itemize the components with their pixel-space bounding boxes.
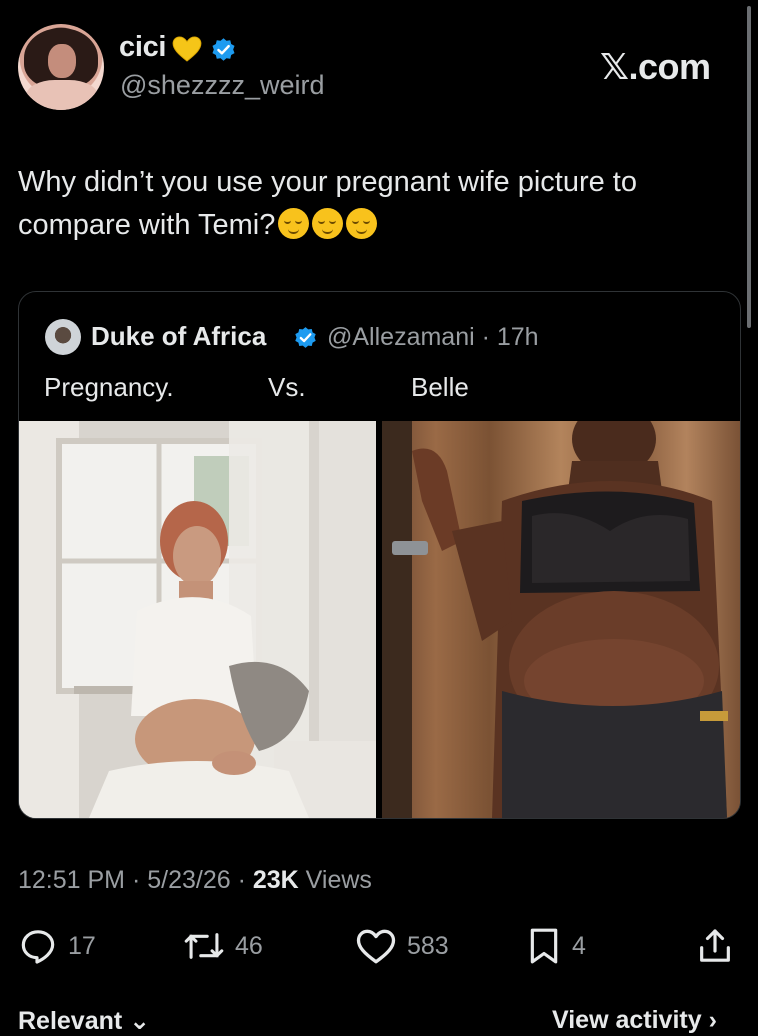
like-count: 583 bbox=[407, 931, 449, 960]
heart-icon bbox=[356, 929, 396, 964]
quoted-author-avatar[interactable] bbox=[45, 319, 81, 355]
reply-count: 17 bbox=[68, 931, 96, 960]
tweet-text: Why didn’t you use your pregnant wife pi… bbox=[18, 161, 743, 247]
reply-button[interactable]: 17 bbox=[18, 926, 96, 966]
quoted-author-name[interactable]: Duke of Africa bbox=[91, 321, 266, 352]
quoted-text-vs: Vs. bbox=[268, 372, 306, 402]
view-activity-link[interactable]: View activity › bbox=[552, 1006, 717, 1035]
verified-badge-icon bbox=[212, 38, 235, 61]
replies-sort-label: Relevant bbox=[18, 1007, 123, 1035]
bookmark-icon bbox=[530, 928, 558, 964]
author-display-name[interactable]: cici bbox=[119, 31, 166, 64]
quoted-handle-time[interactable]: @Allezamani · 17h bbox=[327, 323, 539, 352]
share-button[interactable] bbox=[695, 926, 735, 966]
relieved-face-icon bbox=[346, 208, 378, 239]
repost-count: 46 bbox=[235, 931, 263, 960]
views-label: Views bbox=[298, 866, 372, 894]
repost-button[interactable]: 46 bbox=[183, 926, 263, 966]
view-activity-label: View activity bbox=[552, 1006, 702, 1034]
yellow-heart-icon bbox=[172, 36, 202, 62]
replies-sort-dropdown[interactable]: Relevant ⌄ bbox=[18, 1006, 150, 1036]
reply-icon bbox=[21, 930, 55, 964]
chevron-down-icon: ⌄ bbox=[129, 1007, 151, 1035]
x-brand-logo: 𝕏.com bbox=[600, 46, 711, 87]
author-handle[interactable]: @shezzzz_weird bbox=[120, 70, 324, 101]
verified-badge-icon bbox=[295, 327, 316, 348]
quoted-text-belle: Belle bbox=[411, 372, 469, 402]
quoted-tweet-card[interactable]: Duke of Africa @Allezamani · 17h Pregnan… bbox=[18, 291, 741, 819]
quoted-photo-right[interactable] bbox=[382, 421, 740, 818]
views-count: 23K bbox=[252, 866, 299, 894]
tweet-timestamp[interactable]: 12:51 PM · 5/23/26 · bbox=[18, 866, 253, 894]
repost-icon bbox=[184, 933, 224, 959]
chevron-right-icon: › bbox=[708, 1006, 717, 1034]
bookmark-count: 4 bbox=[572, 931, 586, 960]
bookmark-button[interactable]: 4 bbox=[526, 926, 586, 966]
scrollbar[interactable] bbox=[747, 6, 751, 328]
like-button[interactable]: 583 bbox=[355, 926, 449, 966]
relieved-face-icon bbox=[278, 208, 310, 239]
quoted-photo-left[interactable] bbox=[19, 421, 376, 818]
tweet-meta: 12:51 PM · 5/23/26 · 23K Views bbox=[18, 866, 372, 895]
relieved-face-icon bbox=[312, 208, 344, 239]
quoted-text-pregnancy: Pregnancy. bbox=[44, 372, 174, 402]
share-icon bbox=[700, 929, 730, 962]
author-avatar[interactable] bbox=[18, 24, 104, 110]
